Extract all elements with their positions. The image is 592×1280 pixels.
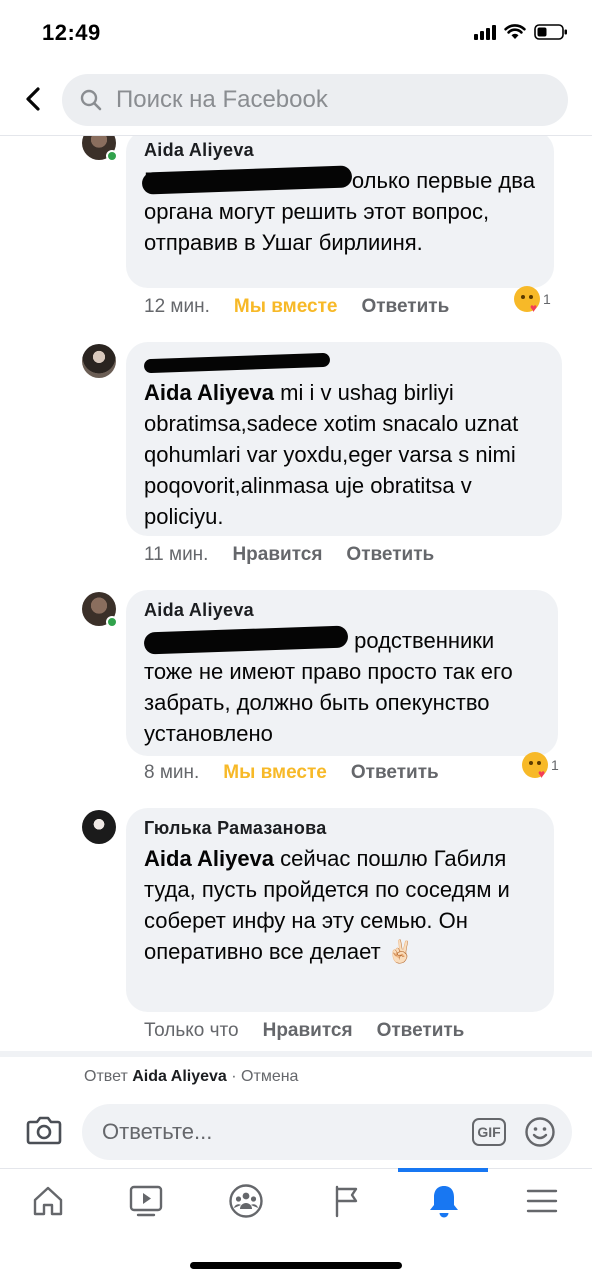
comment-time: 8 мин. <box>144 762 200 783</box>
reply-divider <box>0 1051 592 1057</box>
comment-actions: 11 мин. Нравится Ответить <box>144 544 434 566</box>
comment-time: Только что <box>144 1020 239 1041</box>
like-button[interactable]: Мы вместе <box>223 762 327 784</box>
camera-button[interactable] <box>26 1114 62 1150</box>
groups-icon <box>229 1184 263 1218</box>
like-button[interactable]: Нравится <box>232 544 322 566</box>
reaction-count: 1 <box>551 757 559 773</box>
reply-button[interactable]: Ответить <box>351 762 439 784</box>
reaction-summary[interactable]: ♥ 1 <box>522 752 559 780</box>
bottom-navigation <box>0 1168 592 1232</box>
redacted-author-name <box>143 353 331 374</box>
watch-icon <box>129 1185 163 1217</box>
reply-input[interactable]: Ответьте... GIF <box>82 1104 572 1160</box>
comment-bubble[interactable]: Aida Aliyeva Голько первые два органа мо… <box>126 136 554 288</box>
reply-target-name: Aida Aliyeva <box>132 1068 227 1085</box>
comment-thread: Aida Aliyeva Голько первые два органа мо… <box>0 136 592 1051</box>
cellular-signal-icon <box>474 24 496 40</box>
reply-button[interactable]: Ответить <box>377 1020 465 1042</box>
comment-text: Aida Aliyeva сейчас пошлю Габиля туда, п… <box>144 846 510 964</box>
comment-bubble[interactable]: Aida Aliyeva родственники тоже не имеют … <box>126 590 558 756</box>
online-status-dot <box>106 150 118 162</box>
reaction-count: 1 <box>543 291 551 307</box>
comment-text: Голько первые два органа могут решить эт… <box>141 165 536 258</box>
reply-button[interactable]: Ответить <box>346 544 434 566</box>
nav-home[interactable] <box>26 1179 70 1223</box>
comment-bubble[interactable]: Aida Aliyeva mi i v ushag birliyi obrati… <box>126 342 562 536</box>
comment-text: родственники тоже не имеют право просто … <box>143 625 540 749</box>
home-indicator[interactable] <box>190 1262 402 1269</box>
home-icon <box>33 1186 63 1216</box>
reply-prefix: Ответ <box>84 1068 128 1085</box>
search-input[interactable]: Поиск на Facebook <box>62 74 568 126</box>
gif-button[interactable]: GIF <box>472 1118 506 1146</box>
search-header: Поиск на Facebook <box>0 70 592 136</box>
like-button[interactable]: Мы вместе <box>234 296 338 318</box>
back-button[interactable] <box>18 84 48 114</box>
nav-notifications[interactable] <box>422 1179 466 1223</box>
nav-menu[interactable] <box>520 1179 564 1223</box>
comment-author[interactable]: Aida Aliyeva <box>144 140 536 161</box>
comment-actions: 8 мин. Мы вместе Ответить <box>144 762 439 784</box>
menu-icon <box>526 1189 558 1213</box>
comment-text: Aida Aliyeva mi i v ushag birliyi obrati… <box>144 380 519 529</box>
status-bar: 12:49 <box>0 0 592 70</box>
comment-time: 11 мин. <box>144 544 209 565</box>
reaction-summary[interactable]: ♥ 1 <box>514 286 551 314</box>
comment-author[interactable]: Aida Aliyeva <box>144 600 540 621</box>
comment-author[interactable]: Гюлька Рамазанова <box>144 818 536 839</box>
comment-actions: 12 мин. Мы вместе Ответить <box>144 296 449 318</box>
emoji-icon[interactable] <box>524 1116 556 1148</box>
comment-bubble[interactable]: Гюлька Рамазанова Aida Aliyeva сейчас по… <box>126 808 554 1012</box>
cancel-reply-button[interactable]: · Отмена <box>231 1068 298 1085</box>
like-button[interactable]: Нравится <box>263 1020 353 1042</box>
replying-to-label: Ответ Aida Aliyeva · Отмена <box>84 1068 298 1086</box>
search-icon <box>80 89 102 111</box>
nav-groups[interactable] <box>224 1179 268 1223</box>
care-reaction-icon: ♥ <box>514 286 540 314</box>
comment-time: 12 мин. <box>144 296 210 317</box>
avatar[interactable] <box>82 344 116 378</box>
avatar[interactable] <box>82 810 116 844</box>
comment-actions: Только что Нравится Ответить <box>144 1020 464 1042</box>
online-status-dot <box>106 616 118 628</box>
care-reaction-icon: ♥ <box>522 752 548 780</box>
redaction-mark <box>141 165 353 195</box>
chevron-left-icon <box>26 87 40 111</box>
mention-link[interactable]: Aida Aliyeva <box>144 380 274 405</box>
redaction-mark <box>143 625 349 655</box>
notifications-bell-icon <box>430 1186 458 1218</box>
comment-author[interactable] <box>143 352 544 374</box>
mention-link[interactable]: Aida Aliyeva <box>144 846 274 871</box>
search-placeholder: Поиск на Facebook <box>116 86 328 113</box>
reply-button[interactable]: Ответить <box>361 296 449 318</box>
battery-icon <box>534 24 567 40</box>
nav-watch[interactable] <box>124 1179 168 1223</box>
nav-pages[interactable] <box>324 1179 368 1223</box>
camera-icon <box>26 1116 62 1145</box>
reply-placeholder: Ответьте... <box>102 1119 213 1144</box>
wifi-icon <box>504 24 526 39</box>
status-icons <box>474 24 568 40</box>
active-tab-indicator <box>398 1168 488 1172</box>
pages-flag-icon <box>335 1185 358 1218</box>
status-time: 12:49 <box>42 20 101 45</box>
